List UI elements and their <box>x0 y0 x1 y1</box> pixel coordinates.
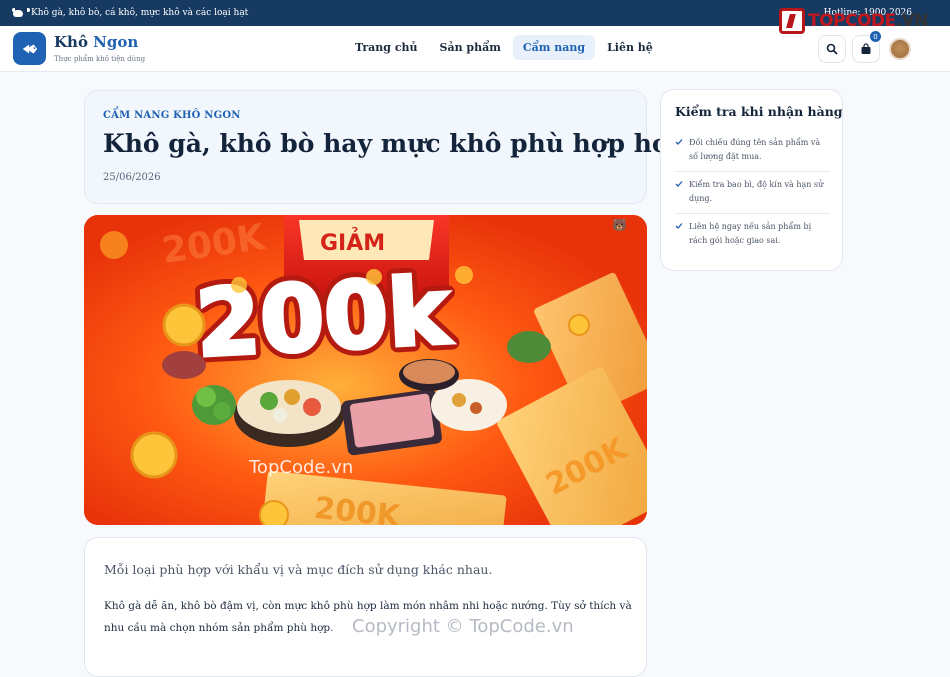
hero-watermark-text: TopCode.vn <box>248 457 353 478</box>
site-logo-icon[interactable] <box>13 32 46 65</box>
checklist: Đối chiếu đúng tên sản phẩm và số lượng … <box>675 130 830 255</box>
headline-200k: 200k 200k <box>186 251 460 385</box>
nav-home[interactable]: Trang chủ <box>345 35 428 60</box>
brand-tagline: Thực phẩm khô tiện dùng <box>54 55 146 63</box>
announcement-text: Khô gà, khô bò, cá khô, mực khô và các l… <box>31 8 249 18</box>
checklist-item: Kiểm tra bao bì, độ kín và hạn sử dụng. <box>675 172 830 214</box>
discount-label: GIẢM <box>320 228 385 256</box>
avatar <box>889 38 911 60</box>
delivery-check-sidebar: Kiểm tra khi nhận hàng Đối chiếu đúng tê… <box>660 89 843 271</box>
brand-name[interactable]: Khô Ngon <box>54 33 138 51</box>
account-button[interactable] <box>886 35 914 63</box>
sidebar-title: Kiểm tra khi nhận hàng <box>675 104 843 119</box>
nav-products[interactable]: Sản phẩm <box>430 35 511 60</box>
article-category[interactable]: CẨM NANG KHÔ NGON <box>103 110 241 121</box>
topcode-watermark-logo: TOPCODE.VN <box>778 6 929 36</box>
header-actions: 0 <box>812 31 914 63</box>
checklist-item: Liên hệ ngay nếu sản phẩm bị rách gói ho… <box>675 214 830 255</box>
promo-banner: 200K 200K 200K GIẢM 🐻 200k 200k TopCode.… <box>84 215 647 525</box>
checklist-item: Đối chiếu đúng tên sản phẩm và số lượng … <box>675 130 830 172</box>
article-lead: Mỗi loại phù hợp với khẩu vị và mục đích… <box>104 562 493 577</box>
svg-text:🐻: 🐻 <box>612 217 627 232</box>
copyright-watermark: Copyright © TopCode.vn <box>352 616 574 637</box>
nav-guide[interactable]: Cẩm nang <box>512 35 596 60</box>
cart-button[interactable]: 0 <box>852 31 881 63</box>
check-icon <box>675 139 683 145</box>
article-header-card: CẨM NANG KHÔ NGON Khô gà, khô bò hay mực… <box>84 90 701 204</box>
svg-text:200k: 200k <box>193 258 453 378</box>
shopping-bag-icon <box>861 43 871 54</box>
article-title: Khô gà, khô bò hay mực khô phù hợp hơn? <box>103 129 702 158</box>
search-button[interactable] <box>818 35 846 63</box>
search-icon <box>826 43 838 55</box>
bear-icon <box>12 8 30 18</box>
nav-contact[interactable]: Liên hệ <box>597 35 663 60</box>
article-date: 25/06/2026 <box>103 172 161 183</box>
article-body-card: Mỗi loại phù hợp với khẩu vị và mục đích… <box>84 537 647 677</box>
article-hero-image: 200K 200K 200K GIẢM 🐻 200k 200k TopCode.… <box>84 215 647 525</box>
main-nav: Trang chủ Sản phẩm Cẩm nang Liên hệ <box>345 35 665 60</box>
topcode-mark-icon <box>778 8 805 34</box>
check-icon <box>675 181 683 187</box>
check-icon <box>675 223 683 229</box>
